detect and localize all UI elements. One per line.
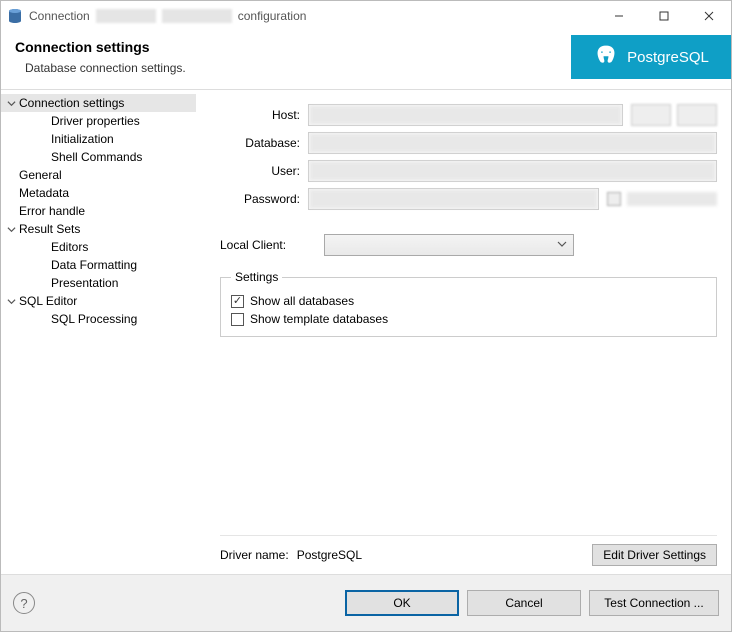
nav-item-label: Shell Commands [49,150,142,164]
driver-name-value: PostgreSQL [297,548,593,562]
app-icon [7,8,23,24]
edit-driver-settings-button[interactable]: Edit Driver Settings [592,544,717,566]
label-show-all-databases: Show all databases [250,294,354,308]
test-connection-label: Test Connection ... [604,596,703,610]
local-client-combo[interactable] [324,234,574,256]
settings-legend: Settings [231,270,282,284]
nav-item-driver-properties[interactable]: Driver properties [1,112,196,130]
nav-item-editors[interactable]: Editors [1,238,196,256]
save-password-label-redacted [627,192,717,206]
header: Connection settings Database connection … [1,31,731,89]
nav-item-label: Metadata [17,186,69,200]
content-pane: Host: Database: User: Password: [196,90,731,574]
nav-item-label: Presentation [49,276,118,290]
checkbox-show-all-databases[interactable] [231,295,244,308]
nav-item-label: SQL Processing [49,312,137,326]
window-title-suffix: configuration [238,9,307,23]
nav-item-sql-processing[interactable]: SQL Processing [1,310,196,328]
window-title-prefix: Connection [29,9,90,23]
row-show-all-databases: Show all databases [231,294,706,308]
row-host: Host: [220,104,717,126]
brand-badge: PostgreSQL [571,35,731,79]
cancel-button-label: Cancel [505,596,542,610]
window-title-redacted-2 [162,9,232,23]
nav-item-label: Initialization [49,132,114,146]
ok-button-label: OK [393,596,410,610]
row-database: Database: [220,132,717,154]
close-button[interactable] [686,1,731,31]
input-database[interactable] [308,132,717,154]
driver-row: Driver name: PostgreSQL Edit Driver Sett… [220,535,717,566]
row-password: Password: [220,188,717,210]
chevron-down-icon[interactable] [5,99,17,108]
nav-item-label: Error handle [17,204,85,218]
settings-group: Settings Show all databases Show templat… [220,270,717,337]
input-host[interactable] [308,104,623,126]
row-user: User: [220,160,717,182]
nav-item-label: Result Sets [17,222,80,236]
nav-item-general[interactable]: General [1,166,196,184]
nav-item-label: General [17,168,62,182]
label-password: Password: [220,192,300,206]
label-user: User: [220,164,300,178]
row-show-template-databases: Show template databases [231,312,706,326]
host-port-area [631,104,717,126]
nav-item-sql-editor[interactable]: SQL Editor [1,292,196,310]
nav-item-metadata[interactable]: Metadata [1,184,196,202]
nav-item-label: Connection settings [17,96,124,110]
nav-item-label: Editors [49,240,88,254]
checkbox-show-template-databases[interactable] [231,313,244,326]
nav-item-error-handle[interactable]: Error handle [1,202,196,220]
chevron-down-icon [557,238,567,252]
save-password-checkbox[interactable] [607,192,621,206]
titlebar: Connection configuration [1,1,731,31]
label-local-client: Local Client: [220,238,316,252]
nav-item-presentation[interactable]: Presentation [1,274,196,292]
brand-text: PostgreSQL [627,49,709,66]
nav-item-label: SQL Editor [17,294,77,308]
window-title-redacted-1 [96,9,156,23]
nav-item-shell-commands[interactable]: Shell Commands [1,148,196,166]
row-local-client: Local Client: [220,234,717,256]
nav-item-connection-settings[interactable]: Connection settings [1,94,196,112]
nav-item-initialization[interactable]: Initialization [1,130,196,148]
minimize-button[interactable] [596,1,641,31]
label-database: Database: [220,136,300,150]
nav-item-label: Data Formatting [49,258,137,272]
label-show-template-databases: Show template databases [250,312,388,326]
input-user[interactable] [308,160,717,182]
label-port-redacted [631,104,671,126]
nav-tree: Connection settings Driver properties Init… [1,90,196,574]
main: Connection settings Driver properties Init… [1,89,731,575]
nav-item-data-formatting[interactable]: Data Formatting [1,256,196,274]
nav-item-label: Driver properties [49,114,140,128]
maximize-button[interactable] [641,1,686,31]
nav-item-result-sets[interactable]: Result Sets [1,220,196,238]
ok-button[interactable]: OK [345,590,459,616]
input-port[interactable] [677,104,717,126]
chevron-down-icon[interactable] [5,225,17,234]
help-icon[interactable]: ? [13,592,35,614]
driver-name-label: Driver name: [220,548,289,562]
test-connection-button[interactable]: Test Connection ... [589,590,719,616]
chevron-down-icon[interactable] [5,297,17,306]
footer: ? OK Cancel Test Connection ... [1,575,731,631]
input-password[interactable] [308,188,599,210]
postgresql-icon [593,44,619,70]
save-password-area [607,192,717,206]
cancel-button[interactable]: Cancel [467,590,581,616]
label-host: Host: [220,108,300,122]
